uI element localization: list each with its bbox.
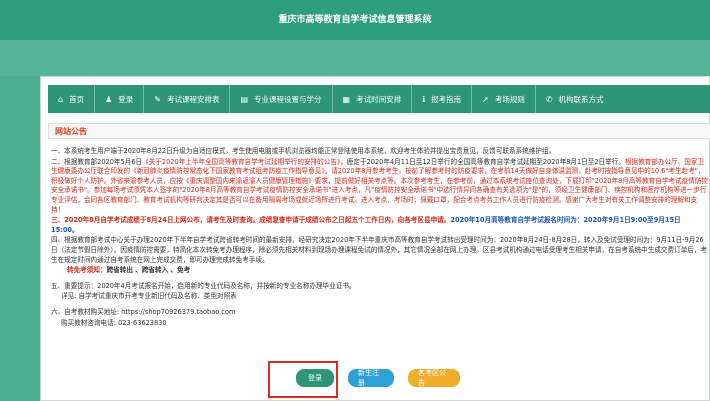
main-card: ⌂ 首页 ♟ 登录 ✎ 考试课程安排表 ▤ 专业课程设置与学分 ▦ 考试时间安排 ℹ 报考指南 ➚ 考场规… xyxy=(40,76,710,401)
home-icon: ⌂ xyxy=(58,94,64,104)
tag-icon: ✎ xyxy=(154,94,161,104)
notice-2-body: ，鹿定于2020年4月11日至12日举行的全国高等教育自学考试延期至2020年8… xyxy=(340,157,625,166)
district-notice-button[interactable]: 各考区公告 xyxy=(408,369,460,387)
transfer-links[interactable]: 跨省转出 、跨省转入 、免考 xyxy=(107,266,191,274)
nav-item-0[interactable]: ⌂ 首页 xyxy=(48,85,96,113)
notice-item-4: 四、根据教育部考试中心关于办理2020年下半年自学考试跨省转考时间的最新安排，经… xyxy=(51,236,708,264)
calendar-icon: ▦ xyxy=(342,94,351,104)
phone-icon: ✆ xyxy=(545,94,553,104)
nav-item-1[interactable]: ♟ 登录 xyxy=(95,85,145,113)
nav-item-3[interactable]: ▤ 专业课程设置与学分 xyxy=(230,85,333,113)
notice-item-2: 二、根据教育部2020年5月6日《关于2020年上半年全国高等教育自学考试延期举… xyxy=(51,158,708,216)
nav-item-label: 考试时间安排 xyxy=(356,94,402,104)
nav-item-label: 考试课程安排表 xyxy=(166,94,220,104)
notice-item-1: 一、本系统考生用户端于2020年8月22日升级为自适应模式，考生使用电脑或手机浏… xyxy=(51,147,556,155)
notice-item-4-links: 转免考须知：跨省转出 、跨省转入 、免考 xyxy=(51,266,708,276)
notice-item-6[interactable]: 六、自考教材购买地址: https://shop70926379.taobao.… xyxy=(51,308,708,318)
nav-item-label: 专业课程设置与学分 xyxy=(254,94,322,104)
book-icon: ▤ xyxy=(240,94,249,104)
site-title: 重庆市高等教育自学考试信息管理系统 xyxy=(278,15,432,25)
notice-content: 一、本系统考生用户端于2020年8月22日升级为自适应模式，考生使用电脑或手机浏… xyxy=(51,147,708,329)
notice-item-5-detail[interactable]: 详见: 自学考试重庆市开考专业新旧代码及名称、类型对照表 xyxy=(51,292,708,302)
nav-item-label: 考场规则 xyxy=(494,94,525,104)
nav-item-label: 机构联系方式 xyxy=(558,94,604,104)
header-bar: 重庆市高等教育自学考试信息管理系统 xyxy=(0,0,710,40)
login-highlight-box xyxy=(268,361,338,398)
nav-item-7[interactable]: ✆ 机构联系方式 xyxy=(536,85,614,113)
notice-2-link[interactable]: 《关于2020年上半年全国高等教育自学考试延期举行的安排的公告》 xyxy=(142,158,340,166)
nav-item-label: 报考指南 xyxy=(431,94,462,104)
notice-item-3: 三、2020年8月自学考试成绩于8月24日上网公布，请考生及时查询。成绩复查申请… xyxy=(51,216,708,235)
section-title: 网站公告 xyxy=(55,127,87,136)
nav-item-2[interactable]: ✎ 考试课程安排表 xyxy=(144,85,231,113)
nav-item-label: 首页 xyxy=(69,94,85,104)
nav-item-4[interactable]: ▦ 考试时间安排 xyxy=(333,85,413,113)
section-title-box: 网站公告 xyxy=(48,123,710,139)
nav-item-5[interactable]: ℹ 报考指南 xyxy=(412,85,473,113)
nav-item-6[interactable]: ➚ 考场规则 xyxy=(472,85,536,113)
register-button[interactable]: 新生注册 xyxy=(348,369,394,387)
main-nav: ⌂ 首页 ♟ 登录 ✎ 考试课程安排表 ▤ 专业课程设置与学分 ▦ 考试时间安排 ℹ 报考指南 ➚ 考场规… xyxy=(48,85,710,113)
notice-item-5: 五、重要提示：2020年4月考试报名开始，启用新的专业代码及名称，并按新的专业名… xyxy=(51,281,356,290)
nav-item-label: 登录 xyxy=(118,94,134,104)
header-band xyxy=(0,40,710,76)
notice-2-intro: 二、根据教育部2020年5月6日 xyxy=(51,157,143,166)
transfer-label: 转免考须知： xyxy=(67,266,107,275)
notice-3-grades: 三、2020年8月自学考试成绩于8月24日上网公布，请考生及时查询。成绩复查申请… xyxy=(51,216,451,225)
rocket-icon: ➚ xyxy=(482,94,489,104)
info-icon: ℹ xyxy=(422,94,426,104)
user-icon: ♟ xyxy=(105,94,113,104)
notice-item-6-phone: 购买教材咨询电话: 023-63623830 xyxy=(61,318,167,327)
